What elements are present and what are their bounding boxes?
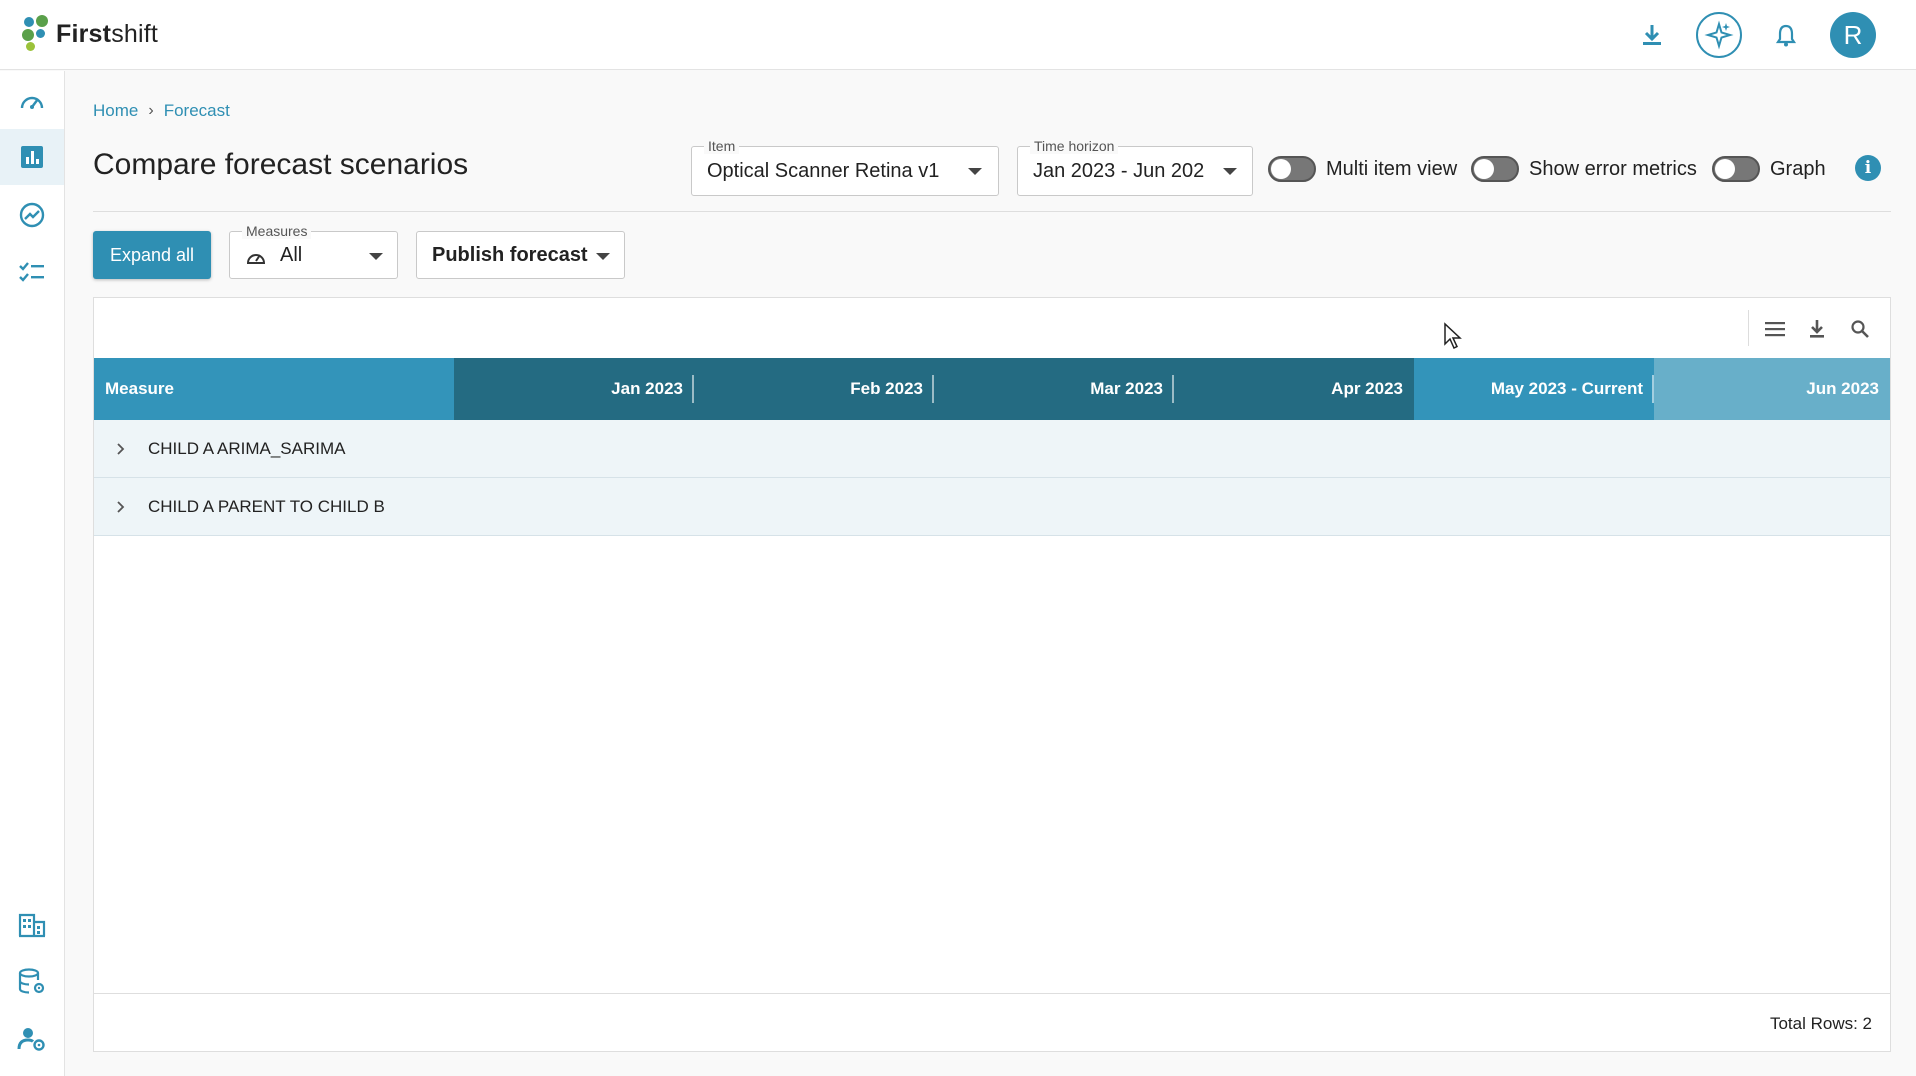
chevron-right-icon[interactable] xyxy=(94,420,148,478)
logo-text: Firstshift xyxy=(56,19,159,48)
toggle-switch[interactable] xyxy=(1712,156,1760,182)
toggle-switch[interactable] xyxy=(1471,156,1519,182)
column-header-jan-2023[interactable]: Jan 2023 xyxy=(454,358,694,420)
grid-header-row: Measure Jan 2023 Feb 2023 Mar 2023 Apr 2… xyxy=(94,358,1890,420)
search-icon[interactable] xyxy=(1847,316,1873,342)
column-header-mar-2023[interactable]: Mar 2023 xyxy=(934,358,1174,420)
page-title: Compare forecast scenarios xyxy=(93,148,469,181)
publish-forecast-button[interactable]: Publish forecast xyxy=(416,231,625,279)
sidebar-item-organization[interactable] xyxy=(0,897,64,953)
sidebar-item-tasks[interactable] xyxy=(0,244,64,300)
time-horizon-label: Time horizon xyxy=(1030,138,1119,154)
grid-toolbar xyxy=(94,298,1890,358)
toggle-switch[interactable] xyxy=(1268,156,1316,182)
sidebar-item-user-settings[interactable] xyxy=(0,1011,64,1067)
expand-all-button[interactable]: Expand all xyxy=(93,231,211,279)
sidebar-item-data-settings[interactable] xyxy=(0,954,64,1010)
show-error-metrics-label: Show error metrics xyxy=(1529,157,1697,180)
header-divider xyxy=(93,211,1891,212)
table-row[interactable]: CHILD A ARIMA_SARIMA xyxy=(94,420,1890,478)
column-header-jun-2023[interactable]: Jun 2023 xyxy=(1654,358,1890,420)
chevron-right-icon[interactable] xyxy=(94,478,148,536)
checklist-icon xyxy=(19,262,44,282)
building-icon xyxy=(18,913,46,938)
mouse-cursor-icon xyxy=(1444,322,1462,350)
row-label: CHILD A PARENT TO CHILD B xyxy=(148,496,385,516)
table-row[interactable]: CHILD A PARENT TO CHILD B xyxy=(94,478,1890,536)
breadcrumb: Home › Forecast xyxy=(93,101,230,121)
sidebar-item-analytics[interactable] xyxy=(0,187,64,243)
dashboard-gauge-icon xyxy=(20,96,44,109)
row-label: CHILD A ARIMA_SARIMA xyxy=(148,438,346,458)
column-header-measure[interactable]: Measure xyxy=(94,358,454,420)
item-select[interactable]: Item Optical Scanner Retina v1 xyxy=(691,138,999,196)
column-header-feb-2023[interactable]: Feb 2023 xyxy=(694,358,934,420)
gauge-icon xyxy=(246,254,266,264)
bell-icon[interactable] xyxy=(1764,13,1808,57)
sidebar xyxy=(0,71,65,1076)
item-select-label: Item xyxy=(704,138,740,154)
chevron-down-icon xyxy=(968,168,982,175)
measures-select[interactable]: Measures All xyxy=(229,223,398,279)
sidebar-item-forecast[interactable] xyxy=(0,129,64,185)
toolbar-separator xyxy=(1748,310,1749,346)
trend-circle-icon xyxy=(19,202,45,228)
graph-toggle[interactable]: Graph xyxy=(1712,155,1826,183)
user-settings-icon xyxy=(17,1028,45,1051)
column-header-apr-2023[interactable]: Apr 2023 xyxy=(1174,358,1414,420)
user-avatar[interactable]: R xyxy=(1830,12,1876,58)
breadcrumb-home[interactable]: Home xyxy=(93,101,138,121)
multi-item-view-label: Multi item view xyxy=(1326,157,1458,180)
chevron-down-icon xyxy=(1223,168,1237,175)
measures-label: Measures xyxy=(242,223,312,239)
column-header-may-2023-current[interactable]: May 2023 - Current xyxy=(1414,358,1654,420)
firstshift-logo[interactable]: Firstshift xyxy=(22,14,158,54)
export-download-icon[interactable] xyxy=(1804,316,1830,342)
measures-value: All xyxy=(280,244,303,266)
chevron-down-icon xyxy=(369,253,383,260)
info-icon[interactable]: i xyxy=(1855,155,1881,181)
download-icon[interactable] xyxy=(1630,13,1674,57)
columns-menu-icon[interactable] xyxy=(1762,316,1788,342)
top-bar: Firstshift R xyxy=(0,0,1916,70)
item-select-value: Optical Scanner Retina v1 xyxy=(707,160,940,182)
time-horizon-value: Jan 2023 - Jun 202 xyxy=(1033,160,1205,182)
show-error-metrics-toggle[interactable]: Show error metrics xyxy=(1471,155,1697,183)
breadcrumb-forecast[interactable]: Forecast xyxy=(164,101,230,121)
bar-chart-icon xyxy=(21,146,43,168)
forecast-grid: Measure Jan 2023 Feb 2023 Mar 2023 Apr 2… xyxy=(93,297,1891,1052)
total-rows-count: Total Rows: 2 xyxy=(1769,1014,1872,1033)
logo-mark-icon xyxy=(22,15,52,53)
database-settings-icon xyxy=(18,968,45,994)
breadcrumb-separator: › xyxy=(148,102,154,119)
publish-forecast-label: Publish forecast xyxy=(432,243,588,266)
time-horizon-select[interactable]: Time horizon Jan 2023 - Jun 202 xyxy=(1017,138,1253,196)
chevron-down-icon xyxy=(596,253,610,260)
multi-item-view-toggle[interactable]: Multi item view xyxy=(1268,155,1457,183)
ai-sparkle-icon[interactable] xyxy=(1696,12,1742,58)
sidebar-item-dashboard[interactable] xyxy=(0,74,64,130)
graph-label: Graph xyxy=(1770,157,1826,180)
grid-footer: Total Rows: 2 xyxy=(94,993,1890,1051)
